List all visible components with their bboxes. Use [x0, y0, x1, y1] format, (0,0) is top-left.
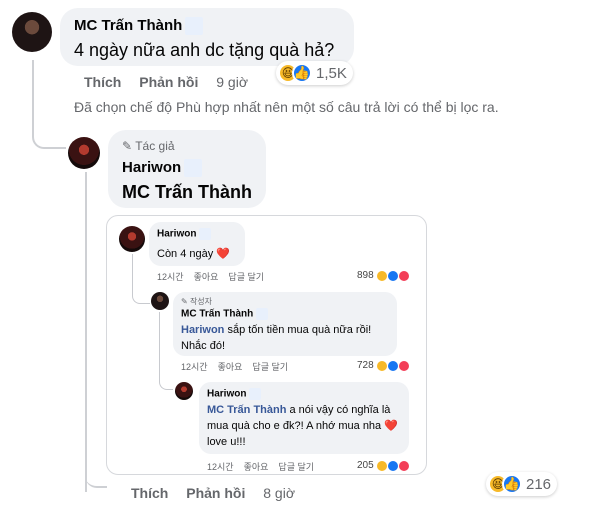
embedded-time: 12시간 — [181, 362, 208, 372]
like-icon — [387, 360, 398, 371]
embedded-text: Còn 4 ngày ❤️ — [157, 248, 231, 260]
embedded-author: MC Trấn Thành — [181, 308, 254, 320]
embedded-comment-3: Hariwon MC Trấn Thành a nói vậy có nghĩa… — [199, 382, 409, 454]
redaction-box — [199, 228, 212, 240]
comment-text: 4 ngày nữa anh dc tặng quà hả? — [74, 40, 335, 60]
thread-line — [85, 440, 107, 488]
embedded-mention: MC Trấn Thành — [207, 404, 287, 416]
embedded-time: 12시간 — [157, 272, 184, 282]
embedded-like: 좋아요 — [217, 362, 243, 372]
avatar-hariwon — [175, 382, 193, 400]
embedded-badge: 작성자 — [189, 297, 213, 306]
embedded-reply: 답글 달기 — [278, 462, 315, 472]
avatar-hariwon[interactable] — [68, 137, 100, 169]
love-icon — [398, 360, 409, 371]
reaction-count: 216 — [526, 475, 552, 493]
embedded-author: Hariwon — [207, 388, 247, 400]
redaction-box — [185, 17, 204, 36]
embedded-screenshot: Hariwon Còn 4 ngày ❤️ 12시간 좋아요 답글 달기 898 ✎… — [106, 215, 427, 475]
thread-line — [159, 312, 173, 390]
comment-actions: Thích Phản hồi 9 giờ — [84, 74, 262, 90]
haha-emoji-icon — [376, 360, 387, 371]
embedded-like: 좋아요 — [193, 272, 219, 282]
avatar-hariwon — [119, 226, 145, 252]
reply-author[interactable]: Hariwon — [122, 159, 181, 176]
pencil-icon: ✎ — [181, 297, 190, 306]
like-icon: 👍 — [292, 63, 312, 83]
pencil-icon: ✎ — [122, 139, 133, 153]
reaction-summary[interactable]: 😆 👍 1,5K — [276, 61, 353, 85]
filter-notice: Đã chọn chế độ Phù hợp nhất nên một số c… — [74, 99, 499, 115]
like-icon — [387, 460, 398, 471]
embedded-count: 898 — [357, 270, 409, 281]
haha-emoji-icon — [376, 270, 387, 281]
embedded-mention: Hariwon — [181, 324, 225, 336]
mention-link[interactable]: MC Trấn Thành — [122, 182, 252, 203]
reaction-count: 1,5K — [316, 64, 347, 82]
embedded-count: 205 — [357, 460, 409, 471]
thread-line — [32, 60, 66, 149]
reply-link[interactable]: Phản hồi — [186, 485, 245, 501]
embedded-count: 728 — [357, 360, 409, 371]
embedded-actions: 12시간 좋아요 답글 달기 — [157, 270, 274, 283]
like-link[interactable]: Thích — [131, 485, 168, 501]
redaction-box — [184, 159, 203, 178]
timestamp[interactable]: 9 giờ — [216, 74, 248, 90]
like-icon: 👍 — [502, 474, 522, 494]
embedded-reply: 답글 달기 — [252, 362, 289, 372]
author-badge: Tác giả — [135, 139, 175, 153]
love-icon — [398, 270, 409, 281]
embedded-count-value: 205 — [357, 460, 374, 471]
embedded-actions: 12시간 좋아요 답글 달기 — [207, 460, 324, 473]
thread-line — [132, 254, 150, 304]
embedded-time: 12시간 — [207, 462, 234, 472]
love-icon — [398, 460, 409, 471]
reaction-summary[interactable]: 😆 👍 216 — [486, 472, 558, 496]
reply-link[interactable]: Phản hồi — [139, 74, 198, 90]
timestamp[interactable]: 8 giờ — [263, 485, 295, 501]
embedded-count-value: 728 — [357, 360, 374, 371]
embedded-count-value: 898 — [357, 270, 374, 281]
comment-author[interactable]: MC Trấn Thành — [74, 17, 182, 34]
embedded-reply: 답글 달기 — [228, 272, 265, 282]
like-icon — [387, 270, 398, 281]
like-link[interactable]: Thích — [84, 74, 121, 90]
reply-bubble: ✎ Tác giả Hariwon MC Trấn Thành — [108, 130, 266, 208]
redaction-box — [256, 308, 269, 320]
comment-bubble: MC Trấn Thành 4 ngày nữa anh dc tặng quà… — [60, 8, 354, 66]
reply-actions: Thích Phản hồi 8 giờ — [131, 485, 309, 501]
redaction-box — [249, 388, 262, 400]
embedded-like: 좋아요 — [243, 462, 269, 472]
embedded-comment-1: Hariwon Còn 4 ngày ❤️ — [149, 222, 245, 266]
embedded-comment-2: ✎ 작성자 MC Trấn Thành Hariwon sắp tốn tiền… — [173, 292, 397, 356]
haha-emoji-icon — [376, 460, 387, 471]
embedded-actions: 12시간 좋아요 답글 달기 — [181, 360, 298, 373]
avatar-mc-tran-thanh[interactable] — [12, 12, 52, 52]
avatar-mc-tran-thanh — [151, 292, 169, 310]
embedded-author: Hariwon — [157, 228, 197, 240]
